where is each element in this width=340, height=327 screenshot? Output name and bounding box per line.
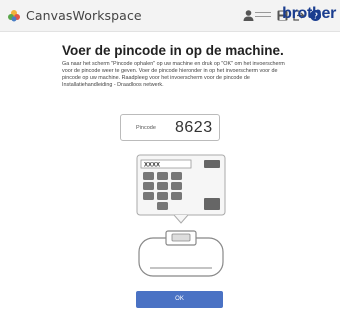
app-title: CanvasWorkspace: [26, 8, 142, 23]
callout-pointer: [173, 214, 189, 224]
machine-pin-illustration: XXXX: [136, 154, 226, 277]
ok-button[interactable]: OK: [136, 291, 223, 308]
cutting-machine-icon: [138, 230, 224, 277]
main-content: Voer de pincode in op de machine. Ga naa…: [0, 33, 340, 327]
screen-input-text: XXXX: [144, 163, 160, 169]
user-icon[interactable]: [242, 9, 255, 22]
instructions-text: Ga naar het scherm "Pincode ophalen" op …: [62, 61, 285, 88]
app-header: CanvasWorkspace ? brother: [0, 0, 340, 32]
user-name[interactable]: [255, 12, 271, 17]
pin-display: Pincode 8623: [120, 114, 220, 141]
screen-side-button-top: [204, 160, 220, 168]
page-title: Voer de pincode in op de machine.: [62, 43, 284, 58]
pin-label: Pincode: [136, 125, 156, 131]
canvasworkspace-logo-icon: [8, 10, 20, 22]
brother-logo: brother: [282, 5, 336, 22]
pin-value: 8623: [175, 119, 213, 136]
screen-side-button-bottom: [204, 198, 220, 210]
